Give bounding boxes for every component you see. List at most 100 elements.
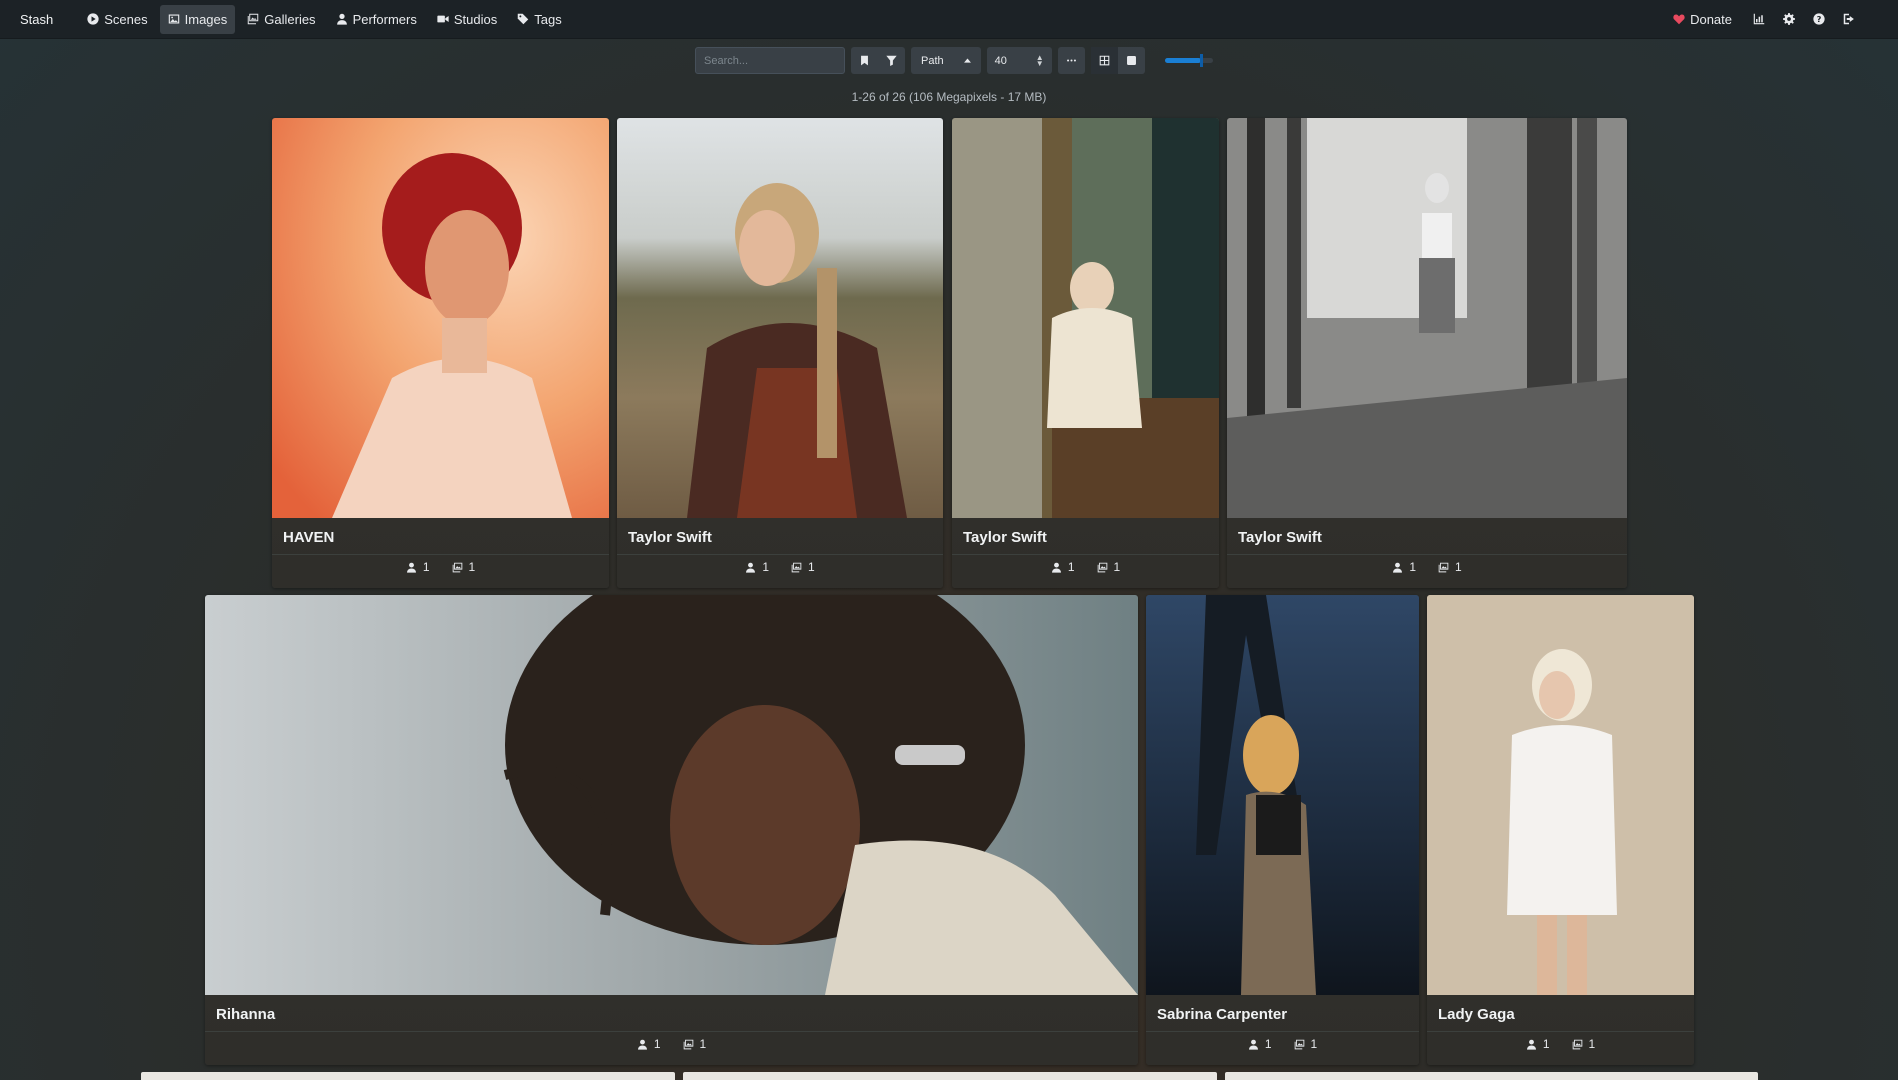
performer-count-value: 1 <box>1264 1037 1272 1051</box>
images-icon <box>683 1039 693 1049</box>
performer-count[interactable]: 1 <box>637 1037 661 1051</box>
per-page-value: 40 <box>994 54 1007 67</box>
image-card[interactable]: Lady Gaga 1 1 <box>1427 595 1694 1065</box>
navbar-right: Donate ? <box>1665 5 1860 34</box>
gallery-count[interactable]: 1 <box>1097 560 1120 574</box>
nav-galleries[interactable]: Galleries <box>239 5 323 34</box>
donate-label: Donate <box>1690 11 1732 27</box>
settings-button[interactable] <box>1778 8 1800 30</box>
image-card[interactable]: HAVEN 1 1 <box>272 118 609 588</box>
help-icon: ? <box>1813 13 1825 25</box>
performer-count-value: 1 <box>1067 560 1075 574</box>
gallery-count-value: 1 <box>1455 560 1462 574</box>
image-icon <box>168 14 179 24</box>
more-options-button[interactable] <box>1058 47 1085 74</box>
image-thumbnail[interactable] <box>205 595 1138 995</box>
image-thumbnail[interactable] <box>1427 595 1694 995</box>
card-title[interactable]: Lady Gaga <box>1438 1006 1515 1023</box>
gallery-count[interactable]: 1 <box>1438 560 1462 574</box>
help-button[interactable]: ? <box>1808 8 1830 30</box>
nav-tags[interactable]: Tags <box>509 5 569 34</box>
nav-images[interactable]: Images <box>159 4 236 34</box>
card-title[interactable]: Taylor Swift <box>1238 529 1322 546</box>
results-summary: 1-26 of 26 (106 Megapixels - 17 MB) <box>851 90 1047 104</box>
performer-count-value: 1 <box>762 560 769 574</box>
card-title[interactable]: Taylor Swift <box>628 529 712 546</box>
wall-view-button[interactable] <box>1118 47 1145 74</box>
user-icon <box>406 562 416 573</box>
performer-count-value: 1 <box>653 1037 661 1051</box>
filter-button[interactable] <box>878 47 905 74</box>
card-stats: 1 1 <box>205 1037 1138 1051</box>
sort-by-select[interactable]: Path <box>911 47 954 74</box>
gallery-count[interactable]: 1 <box>1572 1037 1595 1051</box>
logout-button[interactable] <box>1838 8 1860 30</box>
image-card[interactable]: Taylor Swift 1 1 <box>1227 118 1627 588</box>
nav-scenes-label: Scenes <box>104 11 148 27</box>
performer-count[interactable]: 1 <box>406 560 430 574</box>
user-icon <box>1051 562 1061 573</box>
zoom-fill <box>1164 58 1201 63</box>
performer-count-value: 1 <box>422 560 430 574</box>
nav-studios[interactable]: Studios <box>429 5 505 34</box>
image-card-partial[interactable] <box>683 1072 1217 1080</box>
gallery-count[interactable]: 1 <box>791 560 815 574</box>
card-stats: 1 1 <box>617 560 943 574</box>
gallery-count[interactable]: 1 <box>683 1037 706 1051</box>
card-divider <box>617 554 943 555</box>
performer-count[interactable]: 1 <box>1526 1037 1550 1051</box>
images-icon <box>452 562 462 572</box>
image-thumbnail[interactable] <box>272 118 609 518</box>
image-thumbnail[interactable] <box>1146 595 1419 995</box>
zoom-slider[interactable] <box>1164 47 1217 74</box>
nav-scenes[interactable]: Scenes <box>79 5 155 34</box>
performer-count[interactable]: 1 <box>745 560 769 574</box>
image-thumbnail[interactable] <box>952 118 1219 518</box>
image-card[interactable]: Taylor Swift 1 1 <box>952 118 1219 588</box>
brand-link[interactable]: Stash <box>20 12 53 27</box>
stats-button[interactable] <box>1748 8 1770 30</box>
user-icon <box>336 13 347 25</box>
card-divider <box>1146 1031 1419 1032</box>
saved-filters-button[interactable] <box>851 47 878 74</box>
per-page-select[interactable]: 40 ▲ ▼ <box>986 47 1052 74</box>
nav-tags-label: Tags <box>534 11 562 27</box>
zoom-track <box>1164 54 1213 67</box>
card-title[interactable]: Sabrina Carpenter <box>1157 1006 1287 1023</box>
card-divider <box>1427 1031 1694 1032</box>
list-toolbar: Path 40 ▲▼ <box>695 47 1217 74</box>
image-card[interactable]: Rihanna 1 1 <box>205 595 1138 1065</box>
image-thumbnail[interactable] <box>1227 118 1627 518</box>
sort-direction-button[interactable] <box>954 47 981 74</box>
performer-count[interactable]: 1 <box>1248 1037 1272 1051</box>
card-stats: 1 1 <box>1427 1037 1694 1051</box>
card-stats: 1 1 <box>272 560 609 574</box>
zoom-handle[interactable] <box>1199 54 1203 67</box>
nav-images-label: Images <box>184 11 228 27</box>
gallery-count[interactable]: 1 <box>1294 1037 1317 1051</box>
ellipsis-icon <box>1066 59 1076 62</box>
play-circle-icon <box>87 13 99 25</box>
sort-control: Path <box>911 47 981 74</box>
card-title[interactable]: Taylor Swift <box>963 529 1047 546</box>
filter-icon <box>886 55 897 66</box>
logout-icon <box>1843 13 1854 25</box>
donate-button[interactable]: Donate <box>1665 5 1740 34</box>
card-title[interactable]: Rihanna <box>216 1006 275 1023</box>
nav-performers-label: Performers <box>352 11 417 27</box>
image-card[interactable]: Sabrina Carpenter 1 1 <box>1146 595 1419 1065</box>
image-card-partial[interactable] <box>141 1072 675 1080</box>
performer-count[interactable]: 1 <box>1392 560 1416 574</box>
image-thumbnail[interactable] <box>617 118 943 518</box>
gallery-count[interactable]: 1 <box>452 560 475 574</box>
user-icon <box>637 1039 647 1050</box>
nav-performers[interactable]: Performers <box>328 5 425 34</box>
search-input[interactable] <box>695 47 845 74</box>
chart-icon <box>1753 13 1765 25</box>
image-card[interactable]: Taylor Swift 1 1 <box>617 118 943 588</box>
images-icon <box>1438 562 1449 572</box>
card-title[interactable]: HAVEN <box>283 529 334 546</box>
image-card-partial[interactable] <box>1225 1072 1758 1080</box>
performer-count[interactable]: 1 <box>1051 560 1075 574</box>
grid-view-button[interactable] <box>1090 47 1118 74</box>
